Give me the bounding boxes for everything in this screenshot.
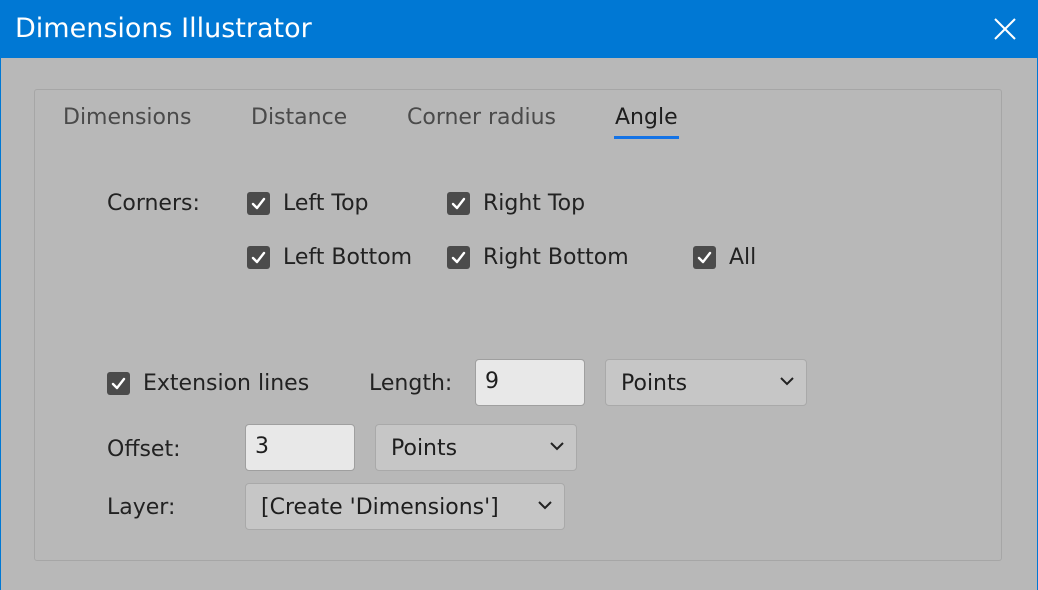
corners-label: Corners: [107,191,200,216]
layer-value: [Create 'Dimensions'] [261,495,499,520]
checkmark-icon [251,197,266,210]
offset-label: Offset: [107,437,181,462]
length-label: Length: [369,371,453,396]
checkbox-box [107,372,130,395]
layer-dropdown[interactable]: [Create 'Dimensions'] [245,483,565,530]
offset-unit-dropdown[interactable]: Points [375,424,577,471]
length-unit-dropdown[interactable]: Points [605,359,807,406]
checkbox-box [247,246,270,269]
checkbox-box [447,246,470,269]
tab-distance[interactable]: Distance [251,103,347,133]
right-top-label: Right Top [483,191,586,216]
right-bottom-label: Right Bottom [483,245,629,270]
left-bottom-label: Left Bottom [283,245,413,270]
checkmark-icon [451,251,466,264]
tab-corner-radius[interactable]: Corner radius [407,103,556,133]
checkbox-box [247,192,270,215]
checkbox-box [447,192,470,215]
layer-label: Layer: [107,495,176,520]
checkbox-box [693,246,716,269]
offset-input[interactable]: 3 [245,424,355,471]
dialog-window: Dimensions Illustrator Dimensions Distan… [0,0,1038,590]
all-corners-label: All [729,245,757,270]
checkmark-icon [697,251,712,264]
checkmark-icon [451,197,466,210]
tab-dimensions[interactable]: Dimensions [63,103,191,133]
offset-unit-value: Points [391,436,458,461]
checkmark-icon [251,251,266,264]
tab-angle[interactable]: Angle [615,103,678,133]
checkmark-icon [111,377,126,390]
extension-lines-label: Extension lines [143,371,310,396]
length-unit-value: Points [621,371,688,396]
length-input[interactable]: 9 [475,359,585,406]
close-icon [994,18,1016,40]
left-top-label: Left Top [283,191,369,216]
chevron-down-icon [550,442,564,451]
window-title: Dimensions Illustrator [15,13,312,44]
title-bar: Dimensions Illustrator [1,0,1037,58]
chevron-down-icon [780,377,794,386]
active-tab-indicator [614,136,679,139]
close-button[interactable] [973,0,1037,58]
chevron-down-icon [538,501,552,510]
